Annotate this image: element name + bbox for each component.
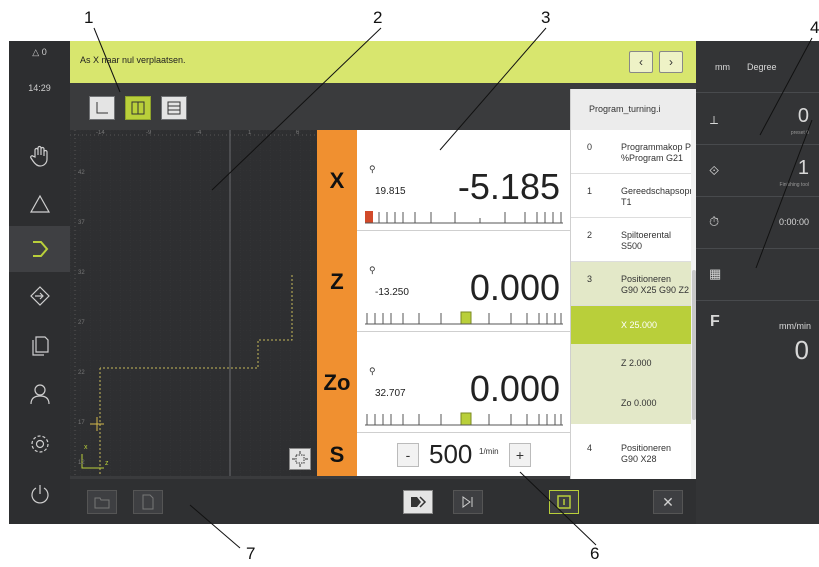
leader-lines: [93, 27, 813, 549]
figure: 1 2 3 4 5 6 7 △ 0 14:29: [0, 0, 819, 567]
